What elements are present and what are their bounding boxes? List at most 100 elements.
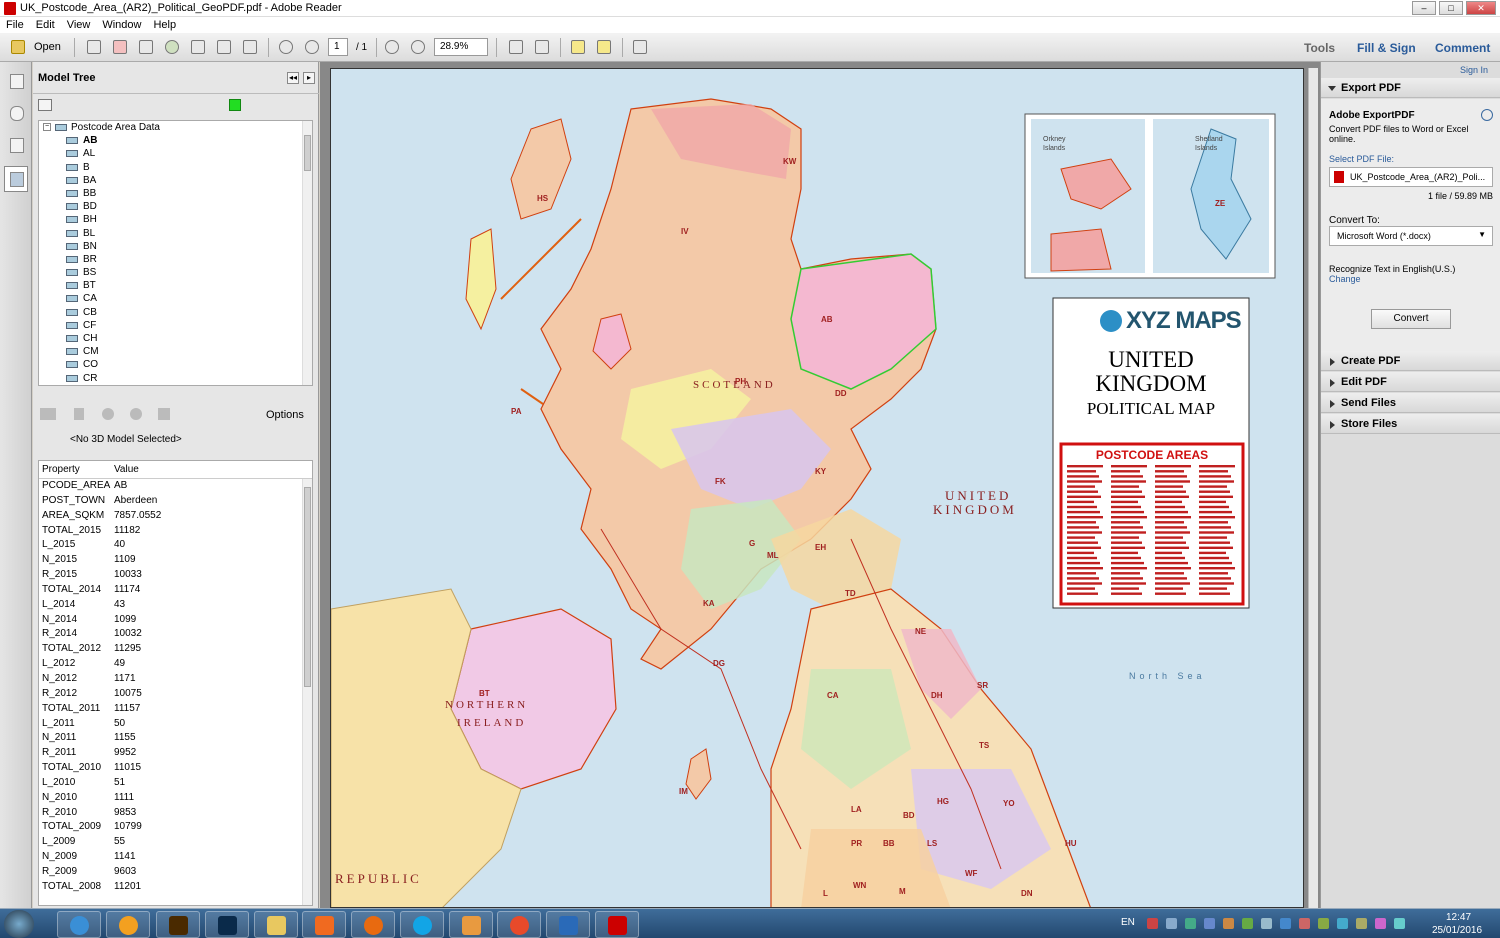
tray-icon[interactable] [1147,918,1158,929]
clock-date[interactable]: 25/01/2016 [1432,925,1482,936]
minimize-button[interactable]: – [1412,1,1436,15]
tree-item[interactable]: BR [39,253,312,266]
tree-item[interactable]: CM [39,345,312,358]
tree-item[interactable]: BD [39,200,312,213]
previous-page-icon[interactable] [276,37,296,57]
tray-icon[interactable] [1204,918,1215,929]
menu-file[interactable]: File [0,17,30,33]
tree-item[interactable]: BN [39,240,312,253]
cloud-upload-icon[interactable] [162,37,182,57]
sign-in-link[interactable]: Sign In [1460,65,1488,75]
tree-scrollbar[interactable] [302,121,312,385]
email-icon[interactable] [240,37,260,57]
change-link[interactable]: Change [1329,274,1361,284]
show-icon[interactable] [102,408,114,420]
tray-icon[interactable] [1337,918,1348,929]
tree-item[interactable]: BL [39,227,312,240]
pdf-create-icon[interactable] [110,37,130,57]
taskbar-adobe-reader[interactable] [595,911,639,938]
tree-item[interactable]: BB [39,187,312,200]
convert-button[interactable]: Convert [1371,309,1451,329]
tray-icon[interactable] [1261,918,1272,929]
taskbar-outlook[interactable] [546,911,590,938]
taskbar-media[interactable] [106,911,150,938]
tree-item[interactable]: CH [39,332,312,345]
print-icon[interactable] [214,37,234,57]
tray-icon[interactable] [1299,918,1310,929]
selected-file[interactable]: UK_Postcode_Area_(AR2)_Poli... [1329,167,1493,187]
clock-time[interactable]: 12:47 [1446,912,1471,923]
send-files-section[interactable]: Send Files [1321,393,1500,413]
taskbar-ie[interactable] [57,911,101,938]
play-icon[interactable] [40,408,56,420]
start-button[interactable] [4,910,34,938]
full-screen-icon[interactable] [630,37,650,57]
properties-scrollbar[interactable] [302,479,312,905]
tray-icon[interactable] [1394,918,1405,929]
maximize-button[interactable]: □ [1439,1,1463,15]
tray-icon[interactable] [1318,918,1329,929]
collapse-icon[interactable]: − [43,123,51,132]
edit-icon[interactable] [136,37,156,57]
layers-icon[interactable] [4,132,28,158]
taskbar-firefox[interactable] [351,911,395,938]
tree-item[interactable]: CA [39,292,312,305]
taskbar-notes[interactable] [449,911,493,938]
info-icon[interactable] [1481,109,1493,121]
color-swatch[interactable] [229,99,241,111]
store-files-section[interactable]: Store Files [1321,414,1500,434]
comment-tab[interactable]: Comment [1435,41,1490,55]
home-icon[interactable] [158,408,170,420]
menu-window[interactable]: Window [96,17,147,33]
collapse-panel-icon[interactable]: ◂◂ [287,72,299,84]
tray-icon[interactable] [1356,918,1367,929]
tray-icon[interactable] [1166,918,1177,929]
tree-item[interactable]: CB [39,306,312,319]
fit-width-icon[interactable] [532,37,552,57]
save-icon[interactable] [188,37,208,57]
taskbar-skype[interactable] [400,911,444,938]
menu-view[interactable]: View [61,17,97,33]
model-tree-icon[interactable] [4,166,28,192]
menu-help[interactable]: Help [147,17,182,33]
tree-item[interactable]: B [39,161,312,174]
tools-tab[interactable]: Tools [1304,41,1335,55]
open-button[interactable]: Open [34,41,61,53]
create-pdf-section[interactable]: Create PDF [1321,351,1500,371]
page-thumbnails-icon[interactable] [4,68,28,94]
tree-item[interactable]: AL [39,147,312,160]
delete-icon[interactable] [74,408,84,420]
pdf-page[interactable]: Orkney Islands Shetland Islands XYZ MAPS… [330,68,1304,908]
zoom-out-icon[interactable] [382,37,402,57]
taskbar-explorer[interactable] [254,911,298,938]
sticky-note-icon[interactable] [568,37,588,57]
page-number-input[interactable]: 1 [328,38,348,56]
zoom-level-select[interactable]: 28.9% [434,38,488,56]
tree-item[interactable]: AB [39,134,312,147]
close-button[interactable]: ✕ [1466,1,1496,15]
tree-item[interactable]: CR [39,372,312,385]
tray-icon[interactable] [1185,918,1196,929]
tree-item[interactable]: BH [39,213,312,226]
tree-item[interactable]: BS [39,266,312,279]
tray-icon[interactable] [1375,918,1386,929]
menu-edit[interactable]: Edit [30,17,61,33]
tree-item[interactable]: BT [39,279,312,292]
open-folder-icon[interactable] [8,37,28,57]
edit-pdf-section[interactable]: Edit PDF [1321,372,1500,392]
tree-root[interactable]: − Postcode Area Data [39,121,312,134]
convert-to-select[interactable]: Microsoft Word (*.docx) ▼ [1329,226,1493,246]
panel-menu-icon[interactable]: ▸ [303,72,315,84]
language-indicator[interactable]: EN [1121,917,1135,928]
tree-item[interactable]: BA [39,174,312,187]
next-page-icon[interactable] [302,37,322,57]
tray-icon[interactable] [1242,918,1253,929]
tree-item[interactable]: CO [39,358,312,371]
zoom-in-icon[interactable] [408,37,428,57]
view-options-icon[interactable] [38,99,52,111]
document-scrollbar[interactable] [1308,68,1318,908]
export-pdf-header[interactable]: Export PDF [1321,78,1500,98]
tray-icon[interactable] [1280,918,1291,929]
taskbar-illustrator[interactable] [156,911,200,938]
highlight-icon[interactable] [594,37,614,57]
